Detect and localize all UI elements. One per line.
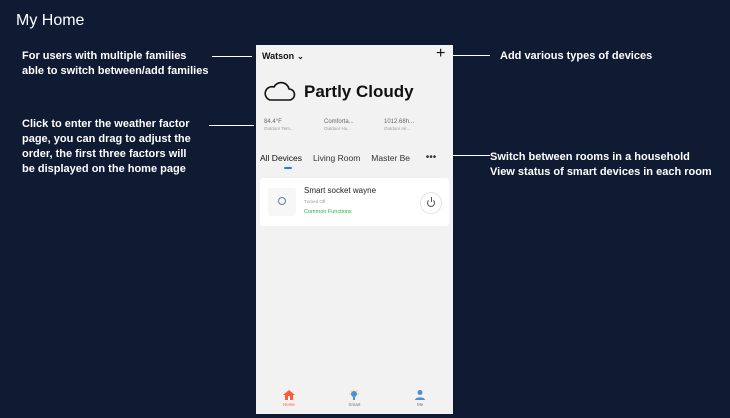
weather-connector-line [209,125,254,126]
chevron-down-icon: ⌄ [297,51,304,61]
device-status: Turned Off [304,199,326,204]
weather-note-line-4: be displayed on the home page [22,163,186,175]
rooms-note-line-1: Switch between rooms in a household [490,151,690,163]
weather-note-line-3: order, the first three factors will [22,148,187,160]
bottom-nav: Home Smart Me [256,386,453,414]
weather-factor-label: Outdoor Tem... [264,126,294,131]
families-connector-line [212,56,252,57]
nav-me[interactable]: Me [400,389,440,407]
power-button[interactable] [420,192,442,214]
weather-factor-value: Comforta... [324,119,354,125]
weather-factor-value: 1012.68h... [384,119,415,125]
family-switcher[interactable]: Watson ⌄ [262,51,304,61]
tab-master-bedroom[interactable]: Master Be [371,153,414,163]
weather-factor[interactable]: 84.4°F Outdoor Tem... [264,119,310,131]
room-tabs: All Devices Living Room Master Be ••• [260,152,437,169]
phone-screen: Watson ⌄ + Partly Cloudy 84.4°F Outdoor … [256,45,453,414]
families-note-line-1: For users with multiple families [22,50,187,62]
tab-all-devices[interactable]: All Devices [260,153,302,169]
weather-factors[interactable]: 84.4°F Outdoor Tem... Comforta... Outdoo… [264,119,430,131]
cloud-icon [264,81,296,101]
top-bar: Watson ⌄ + [256,45,453,75]
tab-living-room[interactable]: Living Room [313,153,360,163]
weather-factor[interactable]: Comforta... Outdoor Hu... [324,119,370,131]
rooms-note-line-2: View status of smart devices in each roo… [490,166,712,178]
person-icon [415,390,426,400]
bulb-icon [349,389,360,400]
rooms-note: Switch between rooms in a household View… [490,150,712,180]
weather-note-line-2: page, you can drag to adjust the [22,133,191,145]
nav-me-label: Me [417,402,424,407]
socket-icon [268,188,296,216]
weather-factor-value: 84.4°F [264,119,282,125]
nav-smart[interactable]: Smart [334,389,374,407]
device-card[interactable]: Smart socket wayne Turned Off Common Fun… [260,178,449,226]
weather-note-line-1: Click to enter the weather factor [22,118,190,130]
nav-smart-label: Smart [348,402,361,407]
home-icon [282,390,295,400]
page-title: My Home [16,12,85,29]
devices-note-line-1: Add various types of devices [500,50,653,62]
family-name: Watson [262,51,295,61]
common-functions-link[interactable]: Common Functions [304,209,352,215]
families-note: For users with multiple families able to… [22,49,208,79]
more-rooms-icon[interactable]: ••• [426,152,437,163]
weather-summary[interactable]: Partly Cloudy [262,81,414,103]
rooms-connector-line [452,155,490,156]
nav-home[interactable]: Home [269,389,309,407]
weather-factor-label: Outdoor Air... [384,126,411,131]
families-note-line-2: able to switch between/add families [22,65,209,77]
devices-connector-line [452,55,490,56]
add-device-icon[interactable]: + [436,45,445,63]
weather-title: Partly Cloudy [304,82,414,101]
weather-factor[interactable]: 1012.68h... Outdoor Air... [384,119,430,131]
nav-home-label: Home [282,402,295,407]
weather-factor-label: Outdoor Hu... [324,126,352,131]
weather-note: Click to enter the weather factor page, … [22,117,191,177]
devices-note: Add various types of devices [500,49,652,64]
device-name: Smart socket wayne [304,186,377,195]
